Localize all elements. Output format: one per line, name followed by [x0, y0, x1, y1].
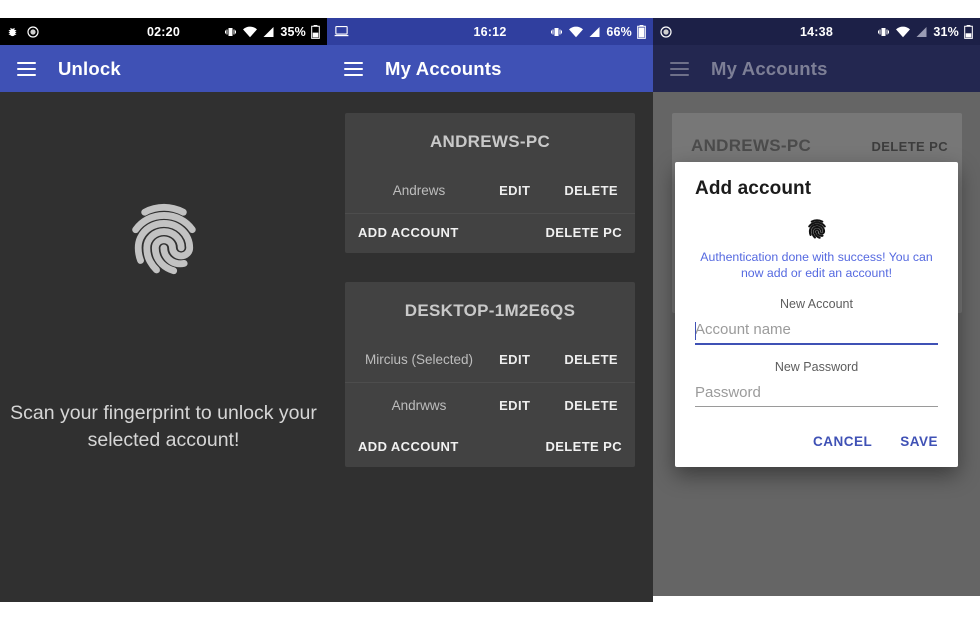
pc-card-title: ANDREWS-PC: [345, 113, 635, 168]
edit-account-button[interactable]: EDIT: [493, 348, 536, 371]
auth-success-message: Authentication done with success! You ca…: [695, 249, 938, 281]
wifi-icon: [896, 26, 910, 38]
signal-icon: [262, 26, 275, 38]
account-name: Mircius (Selected): [345, 352, 493, 367]
hamburger-icon[interactable]: [670, 62, 689, 76]
appbar-title-unlock: Unlock: [58, 58, 121, 80]
appbar-title-dialog: My Accounts: [711, 58, 828, 80]
wifi-icon: [569, 26, 583, 38]
laptop-icon: [334, 25, 349, 38]
screenshot-root: 02:20 35% Unlock: [0, 0, 980, 620]
dialog-title: Add account: [695, 178, 938, 200]
account-row: Mircius (Selected) EDIT DELETE: [345, 337, 635, 382]
panel-accounts: 16:12 66% My Accounts: [327, 0, 653, 602]
battery-icon: [637, 25, 646, 39]
status-battery-pct-unlock: 35%: [280, 25, 306, 39]
fingerprint-icon: [695, 216, 938, 242]
hamburger-icon[interactable]: [17, 62, 36, 76]
signal-icon: [915, 26, 928, 38]
background-delete-pc-button: DELETE PC: [871, 139, 948, 154]
password-field[interactable]: Password: [695, 384, 938, 407]
record-icon: [660, 26, 672, 38]
new-password-label: New Password: [695, 360, 938, 374]
new-account-label: New Account: [695, 297, 938, 311]
unlock-message: Scan your fingerprint to unlock your sel…: [0, 400, 327, 454]
status-battery-pct-dialog: 31%: [933, 25, 959, 39]
appbar-title-accounts: My Accounts: [385, 58, 502, 80]
status-bar-unlock: 02:20 35%: [0, 18, 327, 45]
appbar-accounts: My Accounts: [327, 45, 653, 92]
text-caret: [695, 322, 696, 340]
fingerprint-icon[interactable]: [124, 191, 204, 292]
panel-unlock: 02:20 35% Unlock: [0, 0, 327, 602]
save-button[interactable]: SAVE: [900, 434, 938, 449]
status-left-icons-accounts: [334, 25, 349, 38]
card-footer: ADD ACCOUNT DELETE PC: [345, 214, 635, 253]
delete-account-button[interactable]: DELETE: [558, 348, 624, 371]
delete-pc-button[interactable]: DELETE PC: [545, 439, 622, 454]
account-row: Andrwws EDIT DELETE: [345, 383, 635, 428]
status-right-icons-dialog: 31%: [876, 25, 973, 39]
record-icon: [27, 26, 39, 38]
status-bar-accounts: 16:12 66%: [327, 18, 653, 45]
battery-icon: [964, 25, 973, 39]
bug-icon: [7, 26, 18, 38]
panel-add-account: 14:38 31% My Accounts: [653, 0, 980, 596]
background-pc-card-title: ANDREWS-PC: [691, 136, 811, 156]
delete-pc-button[interactable]: DELETE PC: [545, 225, 622, 240]
status-battery-pct-accounts: 66%: [606, 25, 632, 39]
signal-icon: [588, 26, 601, 38]
status-bar-dialog: 14:38 31%: [653, 18, 980, 45]
cancel-button[interactable]: CANCEL: [813, 434, 872, 449]
dialog-actions: CANCEL SAVE: [695, 422, 938, 457]
edit-account-button[interactable]: EDIT: [493, 179, 536, 202]
status-left-icons: [7, 26, 39, 38]
vibrate-icon: [549, 26, 564, 38]
password-placeholder: Password: [695, 384, 938, 401]
account-name-field[interactable]: Account name: [695, 321, 938, 345]
wifi-icon: [243, 26, 257, 38]
status-right-icons: 35%: [223, 25, 320, 39]
account-name: Andrwws: [345, 398, 493, 413]
add-account-dialog: Add account Authentication done with suc…: [675, 162, 958, 467]
vibrate-icon: [223, 26, 238, 38]
pc-card: DESKTOP-1M2E6QS Mircius (Selected) EDIT …: [345, 282, 635, 467]
card-footer: ADD ACCOUNT DELETE PC: [345, 428, 635, 467]
edit-account-button[interactable]: EDIT: [493, 394, 536, 417]
add-account-button[interactable]: ADD ACCOUNT: [358, 225, 459, 240]
status-left-icons-dialog: [660, 26, 672, 38]
vibrate-icon: [876, 26, 891, 38]
hamburger-icon[interactable]: [344, 62, 363, 76]
account-name: Andrews: [345, 183, 493, 198]
unlock-content: Scan your fingerprint to unlock your sel…: [0, 92, 327, 602]
appbar-unlock: Unlock: [0, 45, 327, 92]
account-cards-list: ANDREWS-PC Andrews EDIT DELETE ADD ACCOU…: [345, 113, 635, 496]
delete-account-button[interactable]: DELETE: [558, 179, 624, 202]
delete-account-button[interactable]: DELETE: [558, 394, 624, 417]
status-right-icons-accounts: 66%: [549, 25, 646, 39]
add-account-button[interactable]: ADD ACCOUNT: [358, 439, 459, 454]
appbar-dialog: My Accounts: [653, 45, 980, 92]
account-name-placeholder: Account name: [695, 321, 938, 338]
pc-card: ANDREWS-PC Andrews EDIT DELETE ADD ACCOU…: [345, 113, 635, 253]
account-row: Andrews EDIT DELETE: [345, 168, 635, 213]
battery-icon: [311, 25, 320, 39]
pc-card-title: DESKTOP-1M2E6QS: [345, 282, 635, 337]
